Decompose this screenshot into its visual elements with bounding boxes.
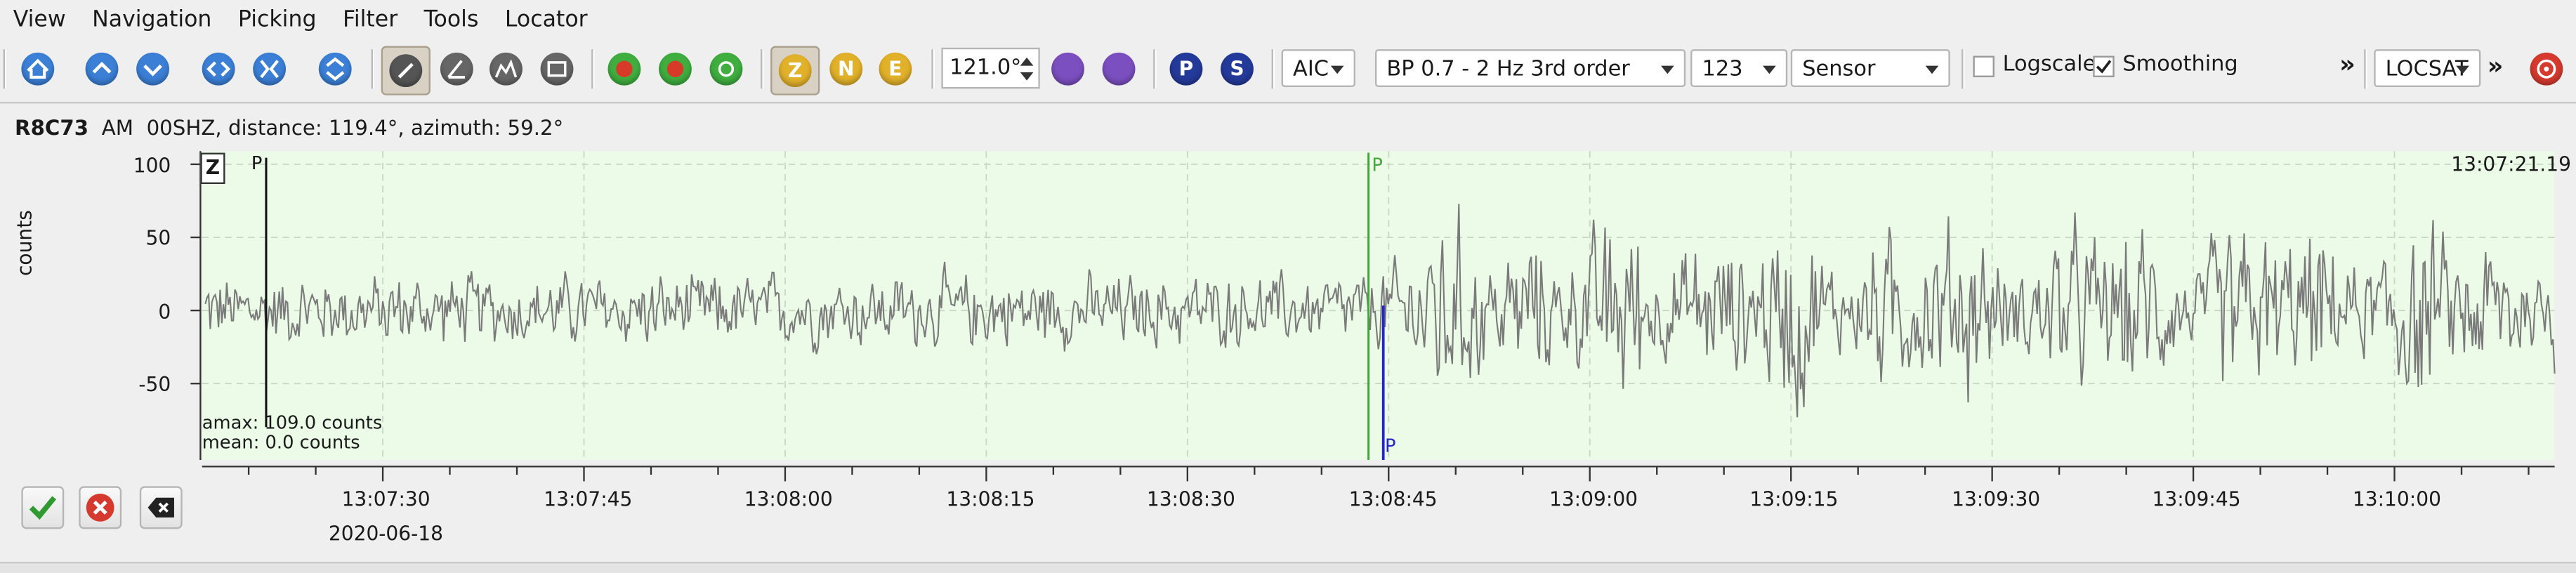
x-tick-label: 13:09:00 (1549, 487, 1638, 511)
close-icon (86, 493, 114, 522)
mean-label: mean: 0.0 counts (202, 432, 360, 454)
amax-label: amax: 109.0 counts (202, 412, 383, 434)
y-tick-label: 50 (145, 226, 171, 250)
x-tick-label: 13:08:15 (946, 487, 1035, 511)
trace-plot (190, 151, 2556, 482)
x-tick-label: 13:08:30 (1146, 487, 1235, 511)
predicted-p-label: P (1372, 154, 1383, 176)
component-badge: Z (200, 152, 225, 185)
accept-button[interactable] (21, 486, 65, 529)
x-tick-label: 13:09:15 (1749, 487, 1839, 511)
x-tick-label: 13:10:00 (2352, 487, 2441, 511)
x-tick-label: 13:07:45 (544, 487, 633, 511)
y-tick-label: 100 (133, 154, 171, 178)
trace-stats: amax: 109.0 counts mean: 0.0 counts (202, 412, 383, 454)
date-label: 2020-06-18 (328, 522, 444, 546)
y-tick-label: -50 (138, 373, 171, 396)
x-tick-label: 13:09:30 (1952, 487, 2041, 511)
trace-end-time: 13:07:21.19 (2451, 152, 2571, 176)
x-tick-label: 13:08:00 (744, 487, 833, 511)
x-tick-label: 13:07:30 (341, 487, 431, 511)
x-tick-label: 13:09:45 (2152, 487, 2241, 511)
theoretical-p-label: P (251, 152, 263, 174)
y-axis-label: counts (13, 210, 37, 277)
backspace-icon (147, 497, 174, 518)
x-tick-label: 13:08:45 (1348, 487, 1438, 511)
checkmark-icon (29, 496, 57, 520)
manual-p-label: P (1385, 435, 1396, 457)
delete-pick-button[interactable] (139, 486, 183, 529)
y-tick-label: 0 (158, 301, 171, 324)
reject-button[interactable] (79, 486, 122, 529)
